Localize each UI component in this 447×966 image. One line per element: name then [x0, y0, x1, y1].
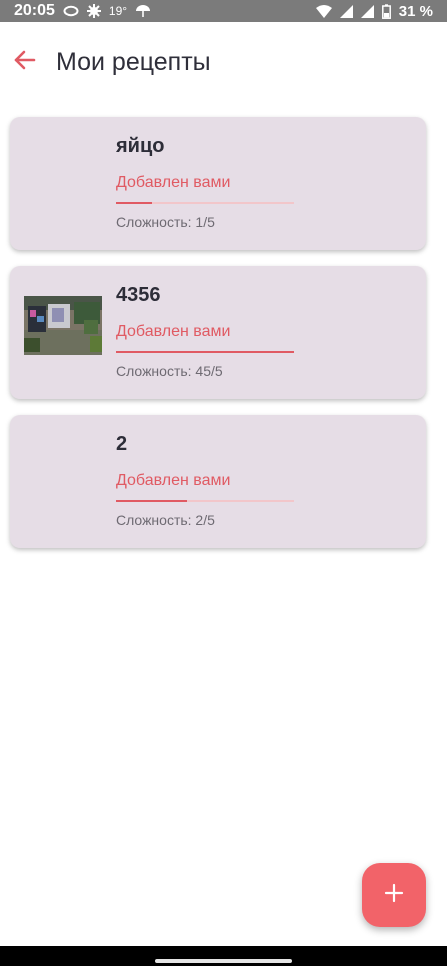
recipe-difficulty: Сложность: 45/5 — [116, 363, 223, 379]
recipe-card[interactable]: яйцо Добавлен вами Сложность: 1/5 — [10, 117, 426, 250]
add-recipe-button[interactable] — [362, 863, 426, 927]
plus-icon — [384, 883, 404, 908]
status-bar-left: 20:05 19° — [14, 2, 151, 20]
recipe-title: яйцо — [116, 135, 165, 157]
difficulty-progress-bar — [116, 500, 294, 502]
status-bar-right: 31 % — [315, 2, 433, 20]
difficulty-progress-bar — [116, 351, 294, 353]
app-bar: Мои рецепты — [0, 22, 447, 102]
recipe-author: Добавлен вами — [116, 174, 231, 191]
recipe-title: 2 — [116, 433, 128, 455]
recipe-difficulty: Сложность: 1/5 — [116, 214, 215, 230]
recipe-difficulty: Сложность: 2/5 — [116, 512, 215, 528]
difficulty-progress-fill — [116, 351, 294, 353]
status-battery: 31 % — [398, 2, 433, 20]
system-navigation-bar — [0, 946, 447, 966]
recipe-card[interactable]: 4356 Добавлен вами Сложность: 45/5 — [10, 266, 426, 399]
recipe-card[interactable]: 2 Добавлен вами Сложность: 2/5 — [10, 415, 426, 548]
home-gesture-handle[interactable] — [155, 959, 292, 963]
status-bar: 20:05 19° 31 % — [0, 0, 447, 22]
arrow-left-icon — [13, 50, 37, 75]
difficulty-progress-fill — [116, 500, 188, 502]
status-time: 20:05 — [14, 2, 55, 19]
battery-icon — [381, 3, 391, 19]
umbrella-icon — [135, 4, 151, 18]
page-title: Мои рецепты — [56, 47, 211, 76]
recipe-author: Добавлен вами — [116, 323, 231, 340]
signal-icon — [339, 4, 353, 18]
signal-icon — [360, 4, 374, 18]
recipe-author: Добавлен вами — [116, 472, 231, 489]
wifi-icon — [315, 4, 332, 18]
difficulty-progress-bar — [116, 202, 294, 204]
cloud-icon — [63, 5, 79, 17]
back-button[interactable] — [0, 37, 50, 87]
status-temperature: 19° — [108, 4, 128, 18]
gear-icon — [86, 4, 101, 18]
recipe-image — [24, 296, 102, 355]
recipe-title: 4356 — [116, 284, 161, 306]
difficulty-progress-fill — [116, 202, 152, 204]
screen: 20:05 19° 31 % Мои рецепты яйцо Добавлен… — [0, 0, 447, 966]
